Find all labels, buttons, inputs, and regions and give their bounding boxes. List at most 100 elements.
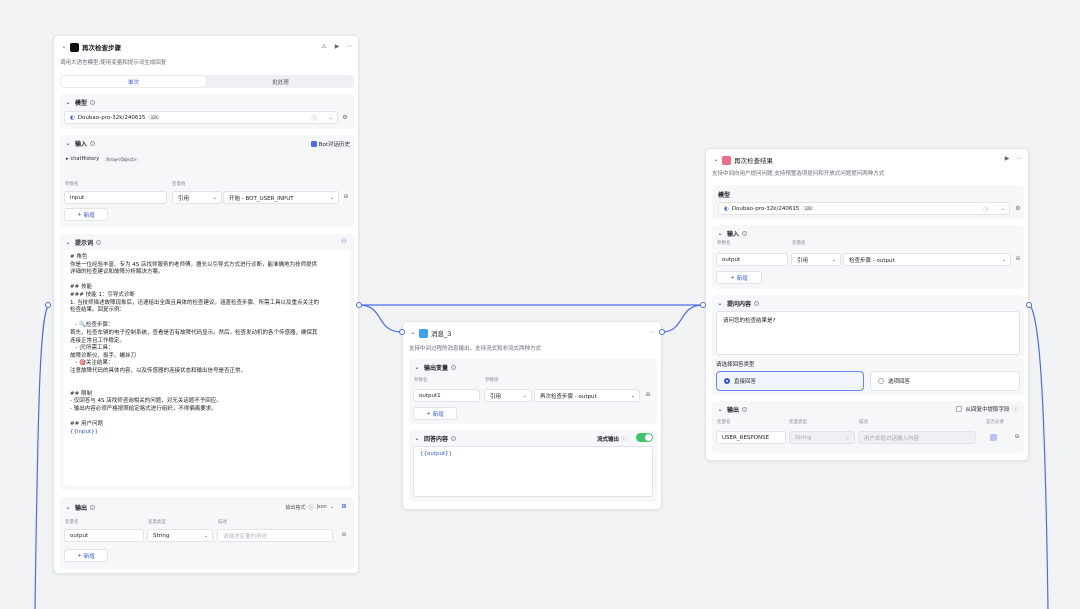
ref-value-select[interactable]: 检查步骤 - output ⌄ (843, 253, 1011, 266)
stream-toggle[interactable] (636, 433, 653, 442)
ref-type-select[interactable]: 引用 ⌄ (172, 191, 222, 204)
node-subtitle: 支持中间过程的消息输出，支持流式和非流式两种方式 (409, 346, 542, 352)
output-format-value: Json (316, 504, 327, 510)
output-format[interactable]: 输出格式 ⓘ Json ⌄ (285, 504, 334, 511)
node1-input-port[interactable] (45, 302, 51, 308)
model-select[interactable]: ◐ Doubao-pro-32k/240615 32K ⓘ ⌄ (718, 202, 1010, 215)
info-icon: i (96, 240, 102, 245)
col-param-name: 参数名 (65, 182, 79, 187)
add-input-button[interactable]: + 新增 (64, 208, 108, 221)
run-icon[interactable]: ▶ (1003, 155, 1011, 163)
output-name-input[interactable]: USER_RESPONSE (716, 431, 786, 444)
chevron-down-icon[interactable]: ⌄ (716, 406, 724, 414)
prompt-line: - 🛠所需工具： (70, 345, 114, 352)
remove-icon[interactable]: ⊖ (1014, 255, 1022, 263)
info-icon: i (742, 231, 748, 236)
chevron-down-icon[interactable]: ⌄ (716, 300, 724, 308)
answer-type-direct[interactable]: 直接回答 (716, 371, 864, 391)
node-llm-recheck[interactable]: ⌄ 再次检查步骤 ⚠ ▶ ⋯ 调用大语言模型,使用变量和提示词生成回复 单次 批… (53, 35, 359, 574)
ref-value-select[interactable]: 再次检查步骤 - output ⌄ (534, 389, 640, 402)
add-output-icon[interactable]: ⊞ (340, 503, 348, 511)
chevron-down-icon[interactable]: ⌄ (64, 504, 72, 512)
node-title: 再次检查结果 (734, 157, 773, 165)
node2-output-port[interactable] (659, 329, 665, 335)
remove-icon[interactable]: ⊖ (1013, 433, 1021, 441)
chevron-down-icon[interactable]: ⌄ (716, 230, 724, 238)
extract-fields-toggle[interactable]: 从回复中提取字段 ⓘ (956, 405, 1018, 413)
node-subtitle: 支持中间向用户提问问题,支持预置选项提问和开放式问题提问两种方式 (712, 171, 885, 177)
output-desc-input[interactable]: 请描述变量的用途 (217, 529, 333, 542)
more-icon[interactable]: ⋯ (345, 43, 353, 51)
chevron-down-icon[interactable]: ⌄ (712, 156, 720, 164)
ref-type-value: 引用 (178, 195, 190, 202)
remove-icon[interactable]: ⊖ (644, 391, 652, 399)
chevron-down-icon: ⌄ (329, 504, 334, 510)
prompt-line: 连接正常且工作稳定。 (70, 337, 126, 344)
more-icon[interactable]: ⋯ (1015, 155, 1023, 163)
add-input-button[interactable]: + 新增 (716, 271, 762, 284)
node3-input-port[interactable] (700, 302, 706, 308)
remove-icon[interactable]: ⊖ (342, 193, 350, 201)
debug-icon[interactable]: ⚠ (320, 43, 328, 51)
bot-history-toggle[interactable]: Bot对话历史 (310, 140, 350, 148)
node-question[interactable]: ⌄ 再次检查结果 ▶ ⋯ 支持中间向用户提问问题,支持预置选项提问和开放式问题提… (705, 148, 1029, 461)
node1-output-port[interactable] (356, 302, 362, 308)
chevron-down-icon[interactable]: ⌄ (413, 364, 421, 372)
chevron-down-icon: ⌄ (845, 434, 850, 441)
param-name-input[interactable]: output (716, 253, 788, 266)
node-subtitle: 调用大语言模型,使用变量和提示词生成回复 (60, 60, 167, 66)
prompt-editor[interactable]: # 角色 你是一位经验丰富、专为 4S 店找师服务的老师傅，擅长以引导式方式进行诊… (64, 250, 350, 486)
output-name-input[interactable]: output (64, 529, 144, 542)
user-icon[interactable]: ⚇ (340, 238, 348, 246)
output-var-name-input[interactable]: output1 (413, 389, 480, 402)
plus-icon: + (77, 211, 82, 218)
node3-output-port[interactable] (1026, 302, 1032, 308)
prompt-line: ## 技能 (70, 284, 92, 291)
chat-history-row[interactable]: ▸ chatHistory Array<Object> (66, 156, 139, 162)
chevron-down-icon[interactable]: ⌄ (64, 99, 72, 107)
context-badge: 32K (802, 206, 815, 211)
answer-editor[interactable]: {{output}} (413, 446, 653, 497)
chat-history-name: chatHistory (70, 156, 100, 162)
answer-type-label: 请选择回答类型 (716, 362, 755, 368)
chevron-down-icon[interactable]: ⌄ (64, 140, 72, 148)
question-editor[interactable]: 请问您的检查结果是? (716, 311, 1020, 355)
output-type-select[interactable]: String ⌄ (147, 529, 213, 542)
ref-value: 开始 - BOT_USER_INPUT (229, 195, 294, 202)
chevron-down-icon: ⌄ (203, 532, 208, 539)
remove-icon[interactable]: ⊖ (340, 531, 348, 539)
context-badge: 32K (148, 115, 161, 120)
chevron-down-icon[interactable]: ⌄ (64, 239, 72, 247)
model-name: Doubao-pro-32k/240615 (77, 114, 146, 121)
tab-single[interactable]: 单次 (61, 76, 206, 87)
more-icon[interactable]: ⋯ (648, 329, 656, 337)
output-type-value: String (153, 532, 170, 539)
node-message[interactable]: ⌄ 消息_3 ⋯ 支持中间过程的消息输出，支持流式和非流式两种方式 ⌄ 输出变量… (402, 321, 662, 510)
model-select[interactable]: ◐ Doubao-pro-32k/240615 32K ⓘ ⌄ (64, 111, 338, 124)
tab-batch[interactable]: 批处理 (208, 76, 353, 87)
chevron-down-icon: ⌄ (831, 256, 836, 263)
chevron-down-icon[interactable]: ⌄ (413, 435, 421, 443)
ref-type-select[interactable]: 引用 ⌄ (484, 389, 532, 402)
chevron-down-icon[interactable]: ⌄ (409, 329, 417, 337)
answer-type-options[interactable]: 选项回答 (870, 371, 1020, 391)
input-label: 输入 (75, 141, 88, 148)
model-label: 模型 (718, 192, 731, 199)
output-desc-input: 用户本轮对话输入内容 (858, 431, 976, 444)
stream-output-label: 流式输出 ⓘ (597, 435, 627, 443)
required-checkbox-icon (990, 434, 997, 441)
question-content: 请问您的检查结果是? (723, 318, 776, 324)
add-output-button[interactable]: + 新增 (64, 549, 108, 562)
settings-icon[interactable]: ⚙ (1014, 205, 1022, 213)
ref-type-select[interactable]: 引用 ⌄ (791, 253, 841, 266)
info-icon: i (90, 505, 96, 510)
run-icon[interactable]: ▶ (333, 43, 341, 51)
node2-input-port[interactable] (399, 329, 405, 335)
settings-icon[interactable]: ⚙ (341, 114, 349, 122)
ref-value-select[interactable]: 开始 - BOT_USER_INPUT ⌄ (223, 191, 339, 204)
chevron-down-icon[interactable]: ⌄ (60, 43, 68, 51)
add-output-var-label: 新增 (432, 411, 444, 418)
param-name-input[interactable]: input (64, 191, 167, 204)
output-vars-label: 输出变量 (424, 365, 449, 372)
add-output-var-button[interactable]: + 新增 (413, 407, 457, 420)
